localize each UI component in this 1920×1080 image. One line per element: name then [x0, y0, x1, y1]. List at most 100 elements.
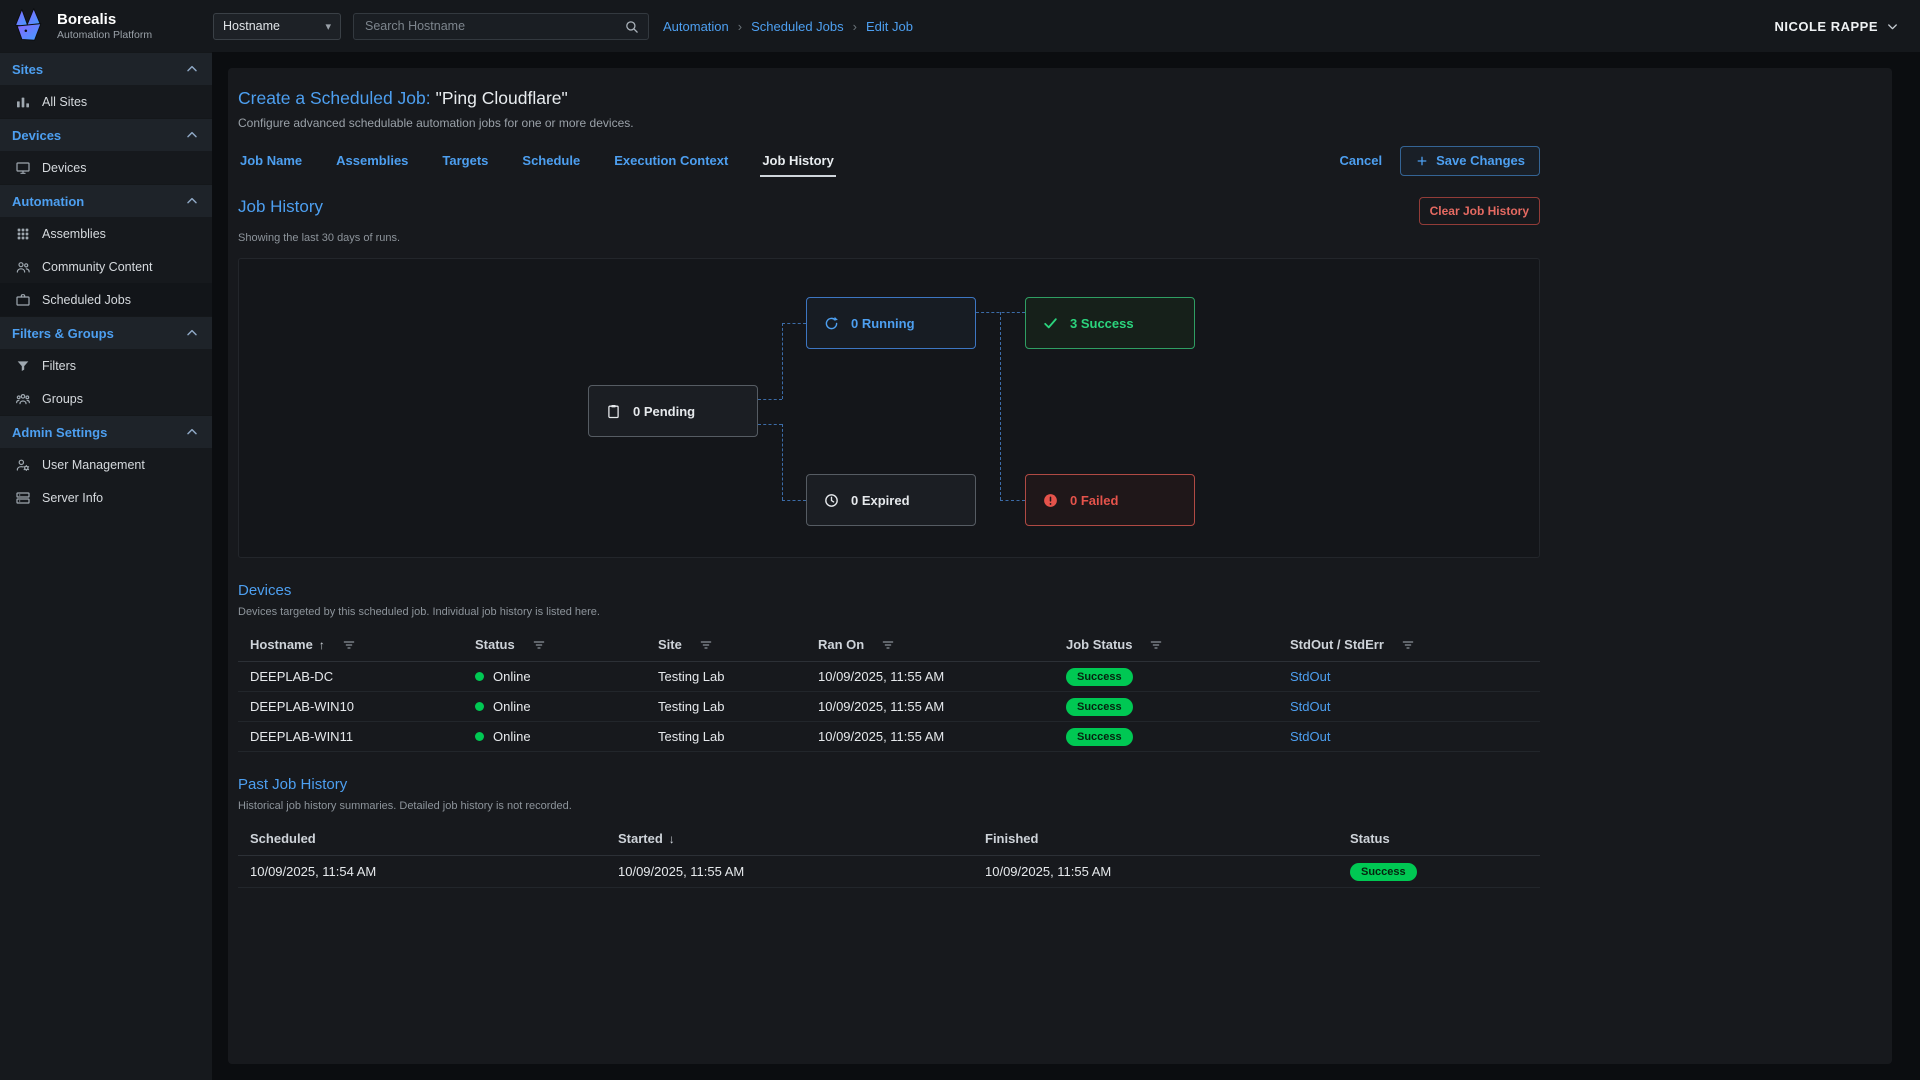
- tab-assemblies[interactable]: Assemblies: [334, 144, 410, 177]
- tab-job-history[interactable]: Job History: [760, 144, 836, 177]
- table-row: DEEPLAB-DC Online Testing Lab 10/09/2025…: [238, 662, 1540, 692]
- page-title-prefix: Create a Scheduled Job:: [238, 88, 431, 108]
- clear-job-history-button[interactable]: Clear Job History: [1419, 197, 1540, 225]
- borealis-logo-icon: [10, 7, 48, 45]
- cell-status: Online: [475, 669, 658, 684]
- col-status[interactable]: Status: [1350, 831, 1540, 846]
- status-badge: Success: [1350, 863, 1417, 881]
- brand-subtitle: Automation Platform: [57, 29, 152, 41]
- filter-list-icon[interactable]: [880, 637, 896, 653]
- sidebar-item-label: Server Info: [42, 491, 103, 505]
- sidebar-item-filters[interactable]: Filters: [0, 349, 212, 382]
- error-icon: [1042, 492, 1059, 509]
- sidebar-item-server-info[interactable]: Server Info: [0, 481, 212, 514]
- stdout-link[interactable]: StdOut: [1290, 669, 1330, 684]
- cell-stdout: StdOut: [1290, 669, 1540, 684]
- sidebar-item-community-content[interactable]: Community Content: [0, 250, 212, 283]
- search-box: [353, 13, 649, 40]
- sidebar-item-devices[interactable]: Devices: [0, 151, 212, 184]
- filter-list-icon[interactable]: [698, 637, 714, 653]
- tab-schedule[interactable]: Schedule: [520, 144, 582, 177]
- sidebar-section-filters-groups[interactable]: Filters & Groups: [0, 316, 212, 349]
- col-hostname[interactable]: Hostname ↑: [250, 637, 475, 653]
- clock-icon: [823, 492, 840, 509]
- col-label: Started: [618, 831, 663, 846]
- search-input[interactable]: [363, 18, 624, 34]
- past-job-history-caption: Historical job history summaries. Detail…: [238, 800, 1540, 812]
- col-label: Hostname: [250, 637, 313, 652]
- chevron-up-icon: [184, 424, 200, 440]
- node-label: 0 Failed: [1070, 493, 1118, 508]
- sidebar-section-devices[interactable]: Devices: [0, 118, 212, 151]
- save-changes-button[interactable]: Save Changes: [1400, 146, 1540, 176]
- tab-execution-context[interactable]: Execution Context: [612, 144, 730, 177]
- cancel-button[interactable]: Cancel: [1339, 153, 1382, 168]
- col-stdout-stderr[interactable]: StdOut / StdErr: [1290, 637, 1540, 653]
- cell-hostname: DEEPLAB-WIN11: [250, 729, 475, 744]
- section-label: Automation: [12, 194, 84, 209]
- sidebar-item-assemblies[interactable]: Assemblies: [0, 217, 212, 250]
- breadcrumb-scheduled-jobs[interactable]: Scheduled Jobs: [751, 19, 844, 34]
- table-row: DEEPLAB-WIN10 Online Testing Lab 10/09/2…: [238, 692, 1540, 722]
- status-badge: Success: [1066, 698, 1133, 716]
- stdout-link[interactable]: StdOut: [1290, 729, 1330, 744]
- job-status-flow: 0 Pending 0 Running 3 Success: [238, 258, 1540, 558]
- past-table-header: Scheduled Started ↓ Finished Status: [238, 822, 1540, 856]
- save-changes-label: Save Changes: [1436, 153, 1525, 168]
- sidebar-item-scheduled-jobs[interactable]: Scheduled Jobs: [0, 283, 212, 316]
- sidebar-section-admin-settings[interactable]: Admin Settings: [0, 415, 212, 448]
- job-history-caption: Showing the last 30 days of runs.: [238, 232, 1540, 244]
- cell-started: 10/09/2025, 11:55 AM: [618, 864, 985, 879]
- col-started[interactable]: Started ↓: [618, 831, 985, 846]
- sidebar-section-automation[interactable]: Automation: [0, 184, 212, 217]
- chevron-down-icon: [1885, 19, 1900, 34]
- col-scheduled[interactable]: Scheduled: [250, 831, 618, 846]
- tab-targets[interactable]: Targets: [440, 144, 490, 177]
- breadcrumb-edit-job[interactable]: Edit Job: [866, 19, 913, 34]
- sidebar-item-label: User Management: [42, 458, 145, 472]
- groups-icon: [15, 391, 31, 407]
- filter-list-icon[interactable]: [1400, 637, 1416, 653]
- breadcrumb-automation[interactable]: Automation: [663, 19, 729, 34]
- edit-job-card: Create a Scheduled Job:"Ping Cloudflare"…: [228, 68, 1892, 1064]
- brand-text: Borealis Automation Platform: [57, 11, 152, 41]
- section-label: Devices: [12, 128, 61, 143]
- user-menu[interactable]: NICOLE RAPPE: [1774, 19, 1900, 34]
- devices-heading: Devices: [238, 582, 1540, 599]
- stdout-link[interactable]: StdOut: [1290, 699, 1330, 714]
- cell-job-status: Success: [1066, 698, 1290, 716]
- filter-list-icon[interactable]: [531, 637, 547, 653]
- sidebar-item-groups[interactable]: Groups: [0, 382, 212, 415]
- filter-list-icon[interactable]: [1148, 637, 1164, 653]
- col-finished[interactable]: Finished: [985, 831, 1350, 846]
- table-row: DEEPLAB-WIN11 Online Testing Lab 10/09/2…: [238, 722, 1540, 752]
- col-label: Scheduled: [250, 831, 316, 846]
- node-expired: 0 Expired: [806, 474, 976, 526]
- search-icon: [624, 19, 639, 34]
- brand-name: Borealis: [57, 11, 152, 28]
- cell-scheduled: 10/09/2025, 11:54 AM: [250, 864, 618, 879]
- col-status[interactable]: Status: [475, 637, 658, 653]
- hostname-select[interactable]: Hostname ▾: [213, 13, 341, 40]
- past-job-history-heading: Past Job History: [238, 776, 1540, 793]
- connector: [782, 323, 783, 399]
- cell-site: Testing Lab: [658, 699, 818, 714]
- sidebar-section-sites[interactable]: Sites: [0, 52, 212, 85]
- col-ran-on[interactable]: Ran On: [818, 637, 1066, 653]
- sidebar-item-all-sites[interactable]: All Sites: [0, 85, 212, 118]
- col-site[interactable]: Site: [658, 637, 818, 653]
- chevron-up-icon: [184, 325, 200, 341]
- filter-list-icon[interactable]: [341, 637, 357, 653]
- col-label: Finished: [985, 831, 1038, 846]
- plus-icon: [1415, 154, 1429, 168]
- sidebar-item-user-management[interactable]: User Management: [0, 448, 212, 481]
- node-label: 0 Expired: [851, 493, 910, 508]
- status-badge: Success: [1066, 728, 1133, 746]
- breadcrumb: Automation › Scheduled Jobs › Edit Job: [663, 19, 913, 34]
- user-gear-icon: [15, 457, 31, 473]
- col-job-status[interactable]: Job Status: [1066, 637, 1290, 653]
- cell-stdout: StdOut: [1290, 699, 1540, 714]
- status-badge: Success: [1066, 668, 1133, 686]
- tab-job-name[interactable]: Job Name: [238, 144, 304, 177]
- section-label: Admin Settings: [12, 425, 107, 440]
